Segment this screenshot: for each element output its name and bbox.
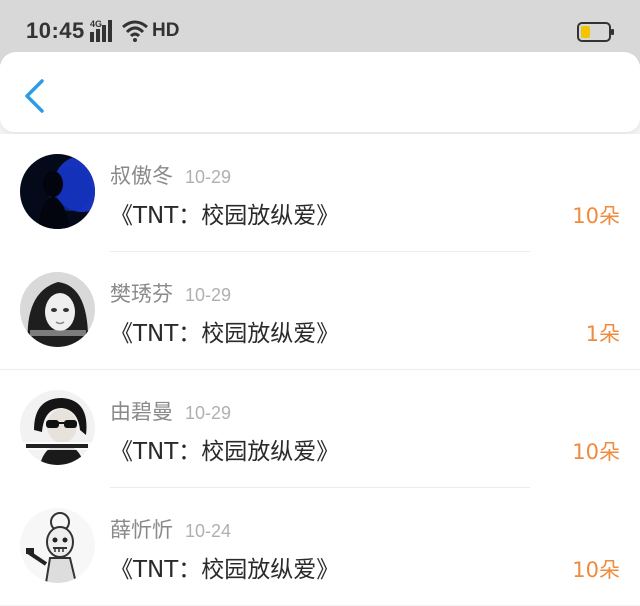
- hd-indicator: HD: [152, 20, 180, 41]
- book-title: 《TNT：校园放纵爱》: [110, 439, 340, 465]
- avatar: [20, 272, 95, 347]
- user-name: 由碧曼: [110, 400, 173, 424]
- record-date: 10-29: [185, 403, 232, 423]
- record-date: 10-29: [185, 285, 232, 305]
- list-item[interactable]: 樊琇芬 10-29 《TNT：校园放纵爱》 1朵: [0, 252, 640, 370]
- chevron-left-icon: [25, 79, 44, 113]
- flower-amount: 10朵: [572, 440, 620, 464]
- user-name: 樊琇芬: [110, 282, 173, 306]
- flower-amount: 10朵: [572, 558, 620, 582]
- avatar: [20, 508, 95, 583]
- record-date: 10-29: [185, 167, 232, 187]
- avatar: [20, 154, 95, 229]
- battery-icon: [577, 22, 614, 42]
- reward-list: 叔傲冬 10-29 《TNT：校园放纵爱》 10朵 樊琇芬 10-29 《TNT：校…: [0, 134, 640, 605]
- wifi-icon: [122, 20, 148, 42]
- user-name: 薛忻忻: [110, 518, 173, 542]
- status-time: 10:45: [26, 18, 85, 43]
- list-item[interactable]: 由碧曼 10-29 《TNT：校园放纵爱》 10朵: [0, 370, 640, 488]
- book-title: 《TNT：校园放纵爱》: [110, 321, 340, 347]
- back-button[interactable]: [20, 78, 50, 114]
- avatar: [20, 390, 95, 465]
- flower-amount: 1朵: [585, 322, 620, 346]
- nav-bar: [0, 52, 640, 132]
- user-name: 叔傲冬: [110, 164, 173, 188]
- list-item[interactable]: 叔傲冬 10-29 《TNT：校园放纵爱》 10朵: [0, 134, 640, 252]
- record-date: 10-24: [185, 521, 232, 541]
- flower-amount: 10朵: [572, 204, 620, 228]
- signal-icon: 4G: [90, 19, 112, 42]
- book-title: 《TNT：校园放纵爱》: [110, 203, 340, 229]
- list-item[interactable]: 薛忻忻 10-24 《TNT：校园放纵爱》 10朵: [0, 488, 640, 606]
- book-title: 《TNT：校园放纵爱》: [110, 557, 340, 583]
- svg-text:4G: 4G: [90, 19, 102, 29]
